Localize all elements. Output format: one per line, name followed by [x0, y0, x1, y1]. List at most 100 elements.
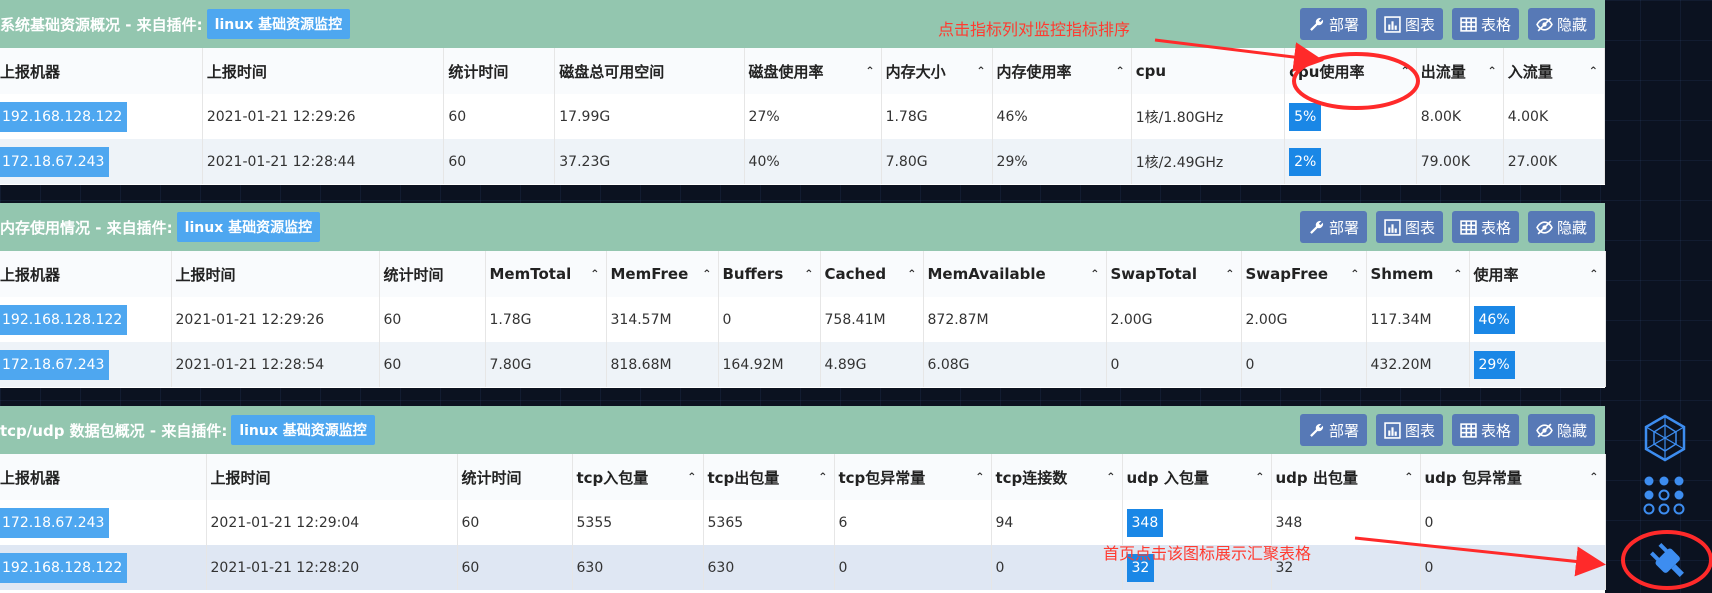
table-row[interactable]: 192.168.128.122 2021-01-21 12:29:26 60 1… [0, 94, 1606, 139]
sort-icon[interactable]: ⌃ [1404, 471, 1413, 484]
column-header[interactable]: cpu [1131, 48, 1286, 94]
sort-icon[interactable]: ⌃ [1589, 268, 1598, 281]
column-header[interactable]: 上报时间 [202, 48, 445, 94]
chart-label: 图表 [1404, 15, 1435, 34]
sort-icon[interactable]: ⌃ [1106, 471, 1115, 484]
column-header[interactable]: 统计时间 [443, 48, 556, 94]
sort-icon[interactable]: ⌃ [804, 268, 813, 281]
column-header[interactable]: 上报时间 [171, 251, 380, 297]
table-row[interactable]: 192.168.128.122 2021-01-21 12:29:26 60 1… [0, 297, 1606, 342]
plugin-badge[interactable]: linux 基础资源监控 [206, 9, 351, 39]
sort-icon[interactable]: ⌃ [1116, 65, 1125, 78]
column-header[interactable]: 上报机器 [0, 251, 172, 297]
column-header[interactable]: 统计时间 [379, 251, 486, 297]
sort-icon[interactable]: ⌃ [702, 268, 711, 281]
chart-button[interactable]: 图表 [1375, 8, 1443, 40]
plugin-badge[interactable]: linux 基础资源监控 [231, 415, 375, 445]
home-hint-annotation: 首页点击该图标展示汇聚表格 [1103, 544, 1312, 563]
column-header[interactable]: 磁盘总可用空间 [554, 48, 745, 94]
table-cell: 60 [457, 500, 573, 545]
sort-icon[interactable]: ⌃ [1090, 268, 1099, 281]
sort-icon[interactable]: ⌃ [1589, 471, 1598, 484]
column-header[interactable]: SwapTotal ⌃ [1106, 251, 1242, 297]
host-chip[interactable]: 172.18.67.243 [0, 349, 110, 380]
column-header[interactable]: tcp包异常量 ⌃ [834, 454, 992, 500]
deploy-label: 部署 [1328, 421, 1359, 440]
column-header[interactable]: tcp出包量 ⌃ [703, 454, 835, 500]
column-header[interactable]: 上报机器 [0, 454, 207, 500]
column-header[interactable]: MemFree ⌃ [606, 251, 719, 297]
sort-icon[interactable]: ⌃ [865, 65, 874, 78]
column-header[interactable]: 内存使用率 ⌃ [992, 48, 1132, 94]
column-header[interactable]: MemAvailable ⌃ [923, 251, 1107, 297]
table-button[interactable]: 表格 [1451, 8, 1519, 40]
table-button[interactable]: 表格 [1451, 211, 1519, 243]
deploy-button[interactable]: 部署 [1299, 211, 1367, 243]
sort-icon[interactable]: ⌃ [1225, 268, 1234, 281]
sort-icon[interactable]: ⌃ [1350, 268, 1359, 281]
sort-icon[interactable]: ⌃ [976, 65, 985, 78]
column-header[interactable]: 上报机器 [0, 48, 203, 94]
column-header[interactable]: udp 入包量 ⌃ [1122, 454, 1272, 500]
column-header[interactable]: tcp连接数 ⌃ [991, 454, 1123, 500]
column-header[interactable]: 出流量 ⌃ [1416, 48, 1504, 94]
sort-icon[interactable]: ⌃ [1453, 268, 1462, 281]
column-header[interactable]: SwapFree ⌃ [1241, 251, 1367, 297]
sort-icon[interactable]: ⌃ [975, 471, 984, 484]
hexagon-icon[interactable] [1640, 413, 1690, 463]
table-row[interactable]: 172.18.67.243 2021-01-21 12:28:44 60 37.… [0, 139, 1606, 184]
hide-button[interactable]: 隐藏 [1527, 211, 1595, 243]
table-label: 表格 [1480, 15, 1511, 34]
dots-grid-icon[interactable] [1643, 475, 1687, 515]
plugin-icon[interactable] [1642, 535, 1692, 585]
wrench-icon [1310, 423, 1324, 437]
column-header[interactable]: MemTotal ⌃ [485, 251, 607, 297]
column-header[interactable]: 磁盘使用率 ⌃ [744, 48, 882, 94]
table-row[interactable]: 172.18.67.243 2021-01-21 12:29:04 60 535… [0, 500, 1606, 545]
column-header[interactable]: cpu使用率 ⌃ [1284, 48, 1417, 94]
table-row[interactable]: 172.18.67.243 2021-01-21 12:28:54 60 7.8… [0, 342, 1606, 387]
host-chip[interactable]: 172.18.67.243 [0, 146, 110, 177]
column-header[interactable]: 统计时间 [457, 454, 573, 500]
chart-label: 图表 [1404, 218, 1435, 237]
deploy-button[interactable]: 部署 [1299, 414, 1367, 446]
host-chip[interactable]: 192.168.128.122 [0, 101, 128, 132]
sort-icon[interactable]: ⌃ [1401, 65, 1410, 78]
hide-button[interactable]: 隐藏 [1527, 414, 1595, 446]
sort-icon[interactable]: ⌃ [1589, 65, 1598, 78]
deploy-button[interactable]: 部署 [1299, 8, 1367, 40]
host-chip[interactable]: 172.18.67.243 [0, 507, 110, 538]
panel-tcp-udp-packets: tcp/udp 数据包概况 - 来自插件: linux 基础资源监控 部署 图表… [0, 406, 1606, 593]
table-button[interactable]: 表格 [1451, 414, 1519, 446]
column-header[interactable]: Shmem ⌃ [1366, 251, 1470, 297]
chart-button[interactable]: 图表 [1375, 414, 1443, 446]
panel-system-overview: 系统基础资源概况 - 来自插件: linux 基础资源监控 部署 图表 表格 隐… [0, 0, 1606, 185]
column-header[interactable]: udp 出包量 ⌃ [1271, 454, 1421, 500]
sort-icon[interactable]: ⌃ [687, 471, 696, 484]
column-header[interactable]: tcp入包量 ⌃ [572, 454, 704, 500]
hide-button[interactable]: 隐藏 [1527, 8, 1595, 40]
host-chip[interactable]: 192.168.128.122 [0, 304, 128, 335]
system-overview-table: 上报机器 上报时间 统计时间 磁盘总可用空间 磁盘使用率 ⌃ 内存大小 ⌃ 内存使用… [0, 48, 1606, 184]
column-header[interactable]: 内存大小 ⌃ [881, 48, 993, 94]
column-header[interactable]: Buffers ⌃ [718, 251, 821, 297]
host-chip[interactable]: 192.168.128.122 [0, 552, 128, 583]
table-row[interactable]: 192.168.128.122 2021-01-21 12:28:20 60 6… [0, 545, 1606, 590]
sort-icon[interactable]: ⌃ [1255, 471, 1264, 484]
column-header[interactable]: 上报时间 [206, 454, 458, 500]
chart-button[interactable]: 图表 [1375, 211, 1443, 243]
column-header[interactable]: udp 包异常量 ⌃ [1420, 454, 1606, 500]
sort-icon[interactable]: ⌃ [907, 268, 916, 281]
sort-icon[interactable]: ⌃ [590, 268, 599, 281]
eye-slash-icon [1536, 220, 1553, 234]
panel-memory-usage: 内存使用情况 - 来自插件: linux 基础资源监控 部署 图表 表格 隐藏 [0, 203, 1606, 388]
plugin-badge[interactable]: linux 基础资源监控 [176, 212, 321, 242]
column-header[interactable]: 入流量 ⌃ [1503, 48, 1606, 94]
sort-icon[interactable]: ⌃ [1488, 65, 1497, 78]
table-cell: 0 [1106, 342, 1242, 387]
table-cell: 2021-01-21 12:29:26 [171, 297, 380, 342]
column-header[interactable]: 使用率 ⌃ [1469, 251, 1606, 297]
sort-icon[interactable]: ⌃ [818, 471, 827, 484]
column-header[interactable]: Cached ⌃ [820, 251, 924, 297]
bar-chart-icon [1384, 218, 1401, 236]
